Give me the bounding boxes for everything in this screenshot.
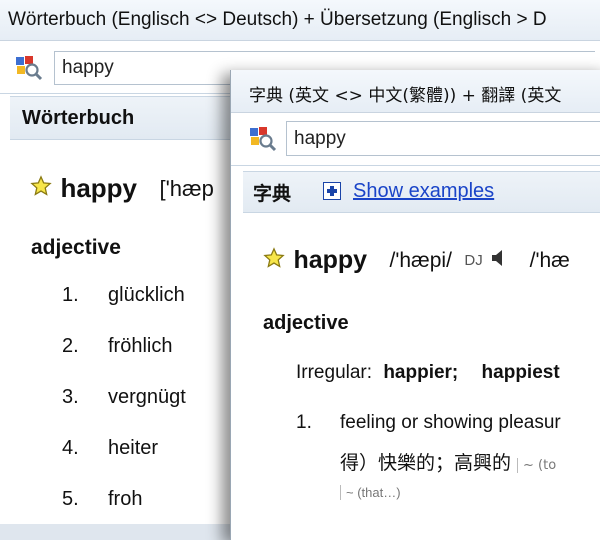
- section-header-label: 字典: [253, 183, 292, 205]
- headword-line: happy /'hæpi/ DJ /'hæ: [263, 246, 570, 275]
- list-item: 3. vergnügt: [62, 386, 186, 437]
- show-examples-link[interactable]: Show examples: [353, 180, 494, 203]
- sense-text: heiter: [108, 437, 159, 459]
- list-item: 2. fröhlich: [62, 335, 186, 386]
- sense-text: vergnügt: [108, 386, 186, 408]
- sense-text: glücklich: [108, 284, 185, 306]
- sense-chinese: 得）快樂的；高興的: [340, 452, 512, 474]
- window-title-bar: 字典 (英文 <> 中文(繁體)) + 翻譯 (英文: [231, 70, 600, 113]
- pronunciation: /'hæpi/: [389, 248, 452, 272]
- headword: happy: [293, 246, 368, 274]
- sense-text: fröhlich: [108, 335, 173, 357]
- speaker-icon[interactable]: [491, 249, 507, 272]
- pronunciation-alt: /'hæ: [529, 248, 570, 272]
- headword-line: happy ['hæp: [30, 173, 214, 204]
- irregular-forms: Irregular: happier; happiest: [296, 362, 560, 384]
- sense-number: 4.: [62, 437, 79, 459]
- sense-number: 2.: [62, 335, 79, 357]
- search-bar: happy: [231, 113, 600, 166]
- part-of-speech: adjective: [263, 312, 349, 334]
- search-input-value: happy: [62, 57, 114, 78]
- example-row: ~ (that…): [340, 484, 401, 502]
- search-input[interactable]: happy: [286, 121, 600, 156]
- example-link[interactable]: ~ (that…): [340, 485, 401, 500]
- part-of-speech: adjective: [31, 236, 121, 259]
- list-item: 1. glücklich: [62, 284, 186, 335]
- expand-plus-icon[interactable]: [323, 182, 341, 200]
- sense-number: 1.: [296, 412, 312, 433]
- search-input-value: happy: [294, 128, 346, 149]
- list-item: 5. froh: [62, 488, 186, 539]
- star-icon[interactable]: [263, 247, 285, 274]
- window-title-bar: Wörterbuch (Englisch <> Deutsch) + Übers…: [0, 0, 600, 41]
- sense-text: feeling or showing pleasur: [340, 412, 561, 433]
- irregular-form: happier;: [383, 362, 459, 383]
- list-item: 4. heiter: [62, 437, 186, 488]
- window-title: 字典 (英文 <> 中文(繁體)) + 翻譯 (英文: [249, 86, 562, 106]
- headword: happy: [60, 173, 138, 203]
- google-dictionary-icon: [249, 126, 277, 157]
- sense-number: 5.: [62, 488, 79, 510]
- irregular-label: Irregular:: [296, 362, 373, 383]
- pronunciation: ['hæp: [159, 175, 214, 201]
- irregular-form: happiest: [481, 362, 560, 383]
- example-link[interactable]: ~ (to: [517, 458, 557, 473]
- sense-list: 1. glücklich 2. fröhlich 3. vergnügt 4. heit…: [62, 284, 186, 539]
- sense-text: froh: [108, 488, 143, 510]
- sense-number: 1.: [62, 284, 79, 306]
- dictionary-window-chinese: 字典 (英文 <> 中文(繁體)) + 翻譯 (英文 happy 字典 Show…: [230, 70, 600, 540]
- sense-translation: 得）快樂的；高興的 ~ (to: [340, 448, 557, 475]
- pronunciation-label: DJ: [464, 252, 483, 269]
- star-icon[interactable]: [30, 175, 52, 202]
- section-header: 字典 Show examples: [243, 171, 600, 213]
- google-dictionary-icon: [15, 55, 43, 86]
- section-header-label: Wörterbuch: [22, 107, 135, 129]
- sense-definition: 1. feeling or showing pleasur: [296, 412, 561, 434]
- window-title: Wörterbuch (Englisch <> Deutsch) + Übers…: [8, 9, 547, 30]
- sense-number: 3.: [62, 386, 79, 408]
